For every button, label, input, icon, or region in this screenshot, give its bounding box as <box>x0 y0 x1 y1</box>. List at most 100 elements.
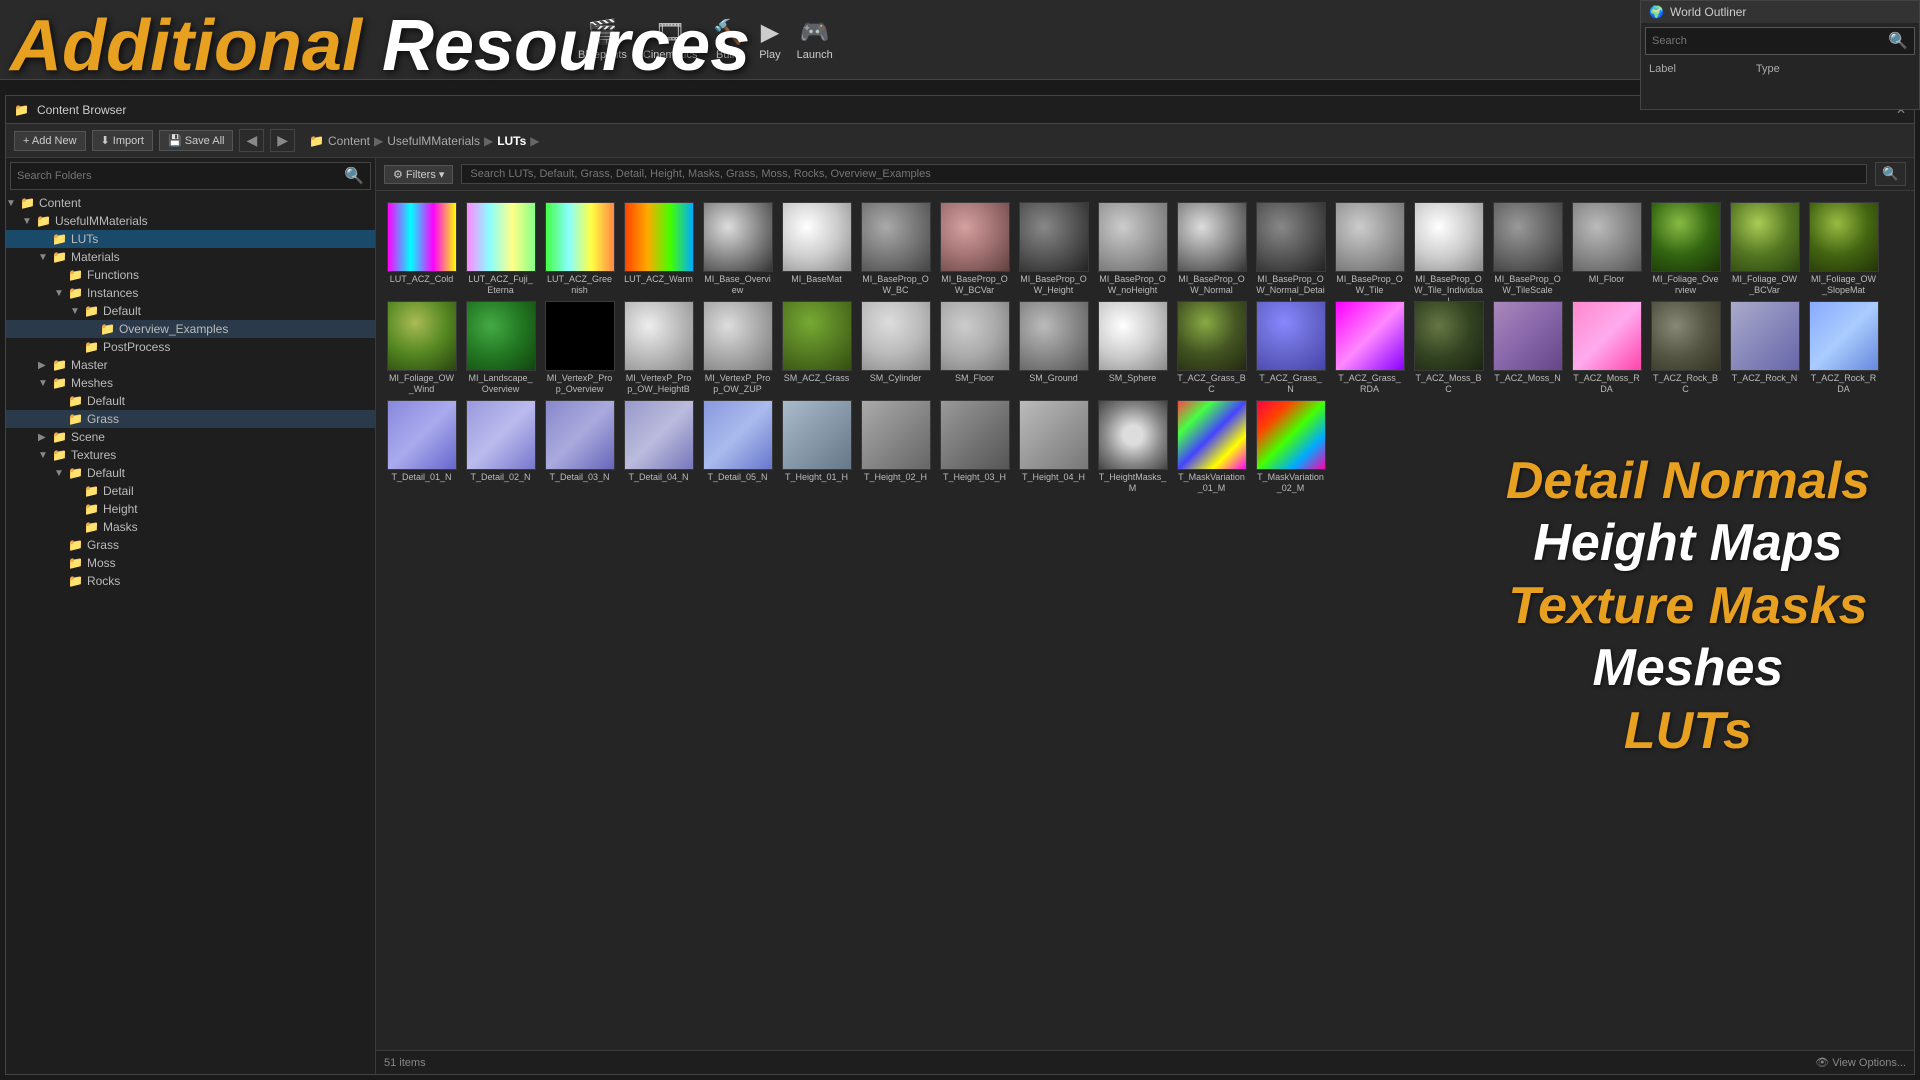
build-icon: 🔨 <box>713 18 743 47</box>
asset-item[interactable]: T_ACZ_Moss_N <box>1490 298 1565 393</box>
asset-label: T_MaskVariation_01_M <box>1177 472 1246 494</box>
asset-item[interactable]: T_ACZ_Grass_RDA <box>1332 298 1407 393</box>
asset-thumbnail <box>1019 301 1089 371</box>
asset-item[interactable]: LUT_ACZ_Greenish <box>542 199 617 294</box>
tree-item-default1[interactable]: ▼ 📁 Default <box>6 302 375 320</box>
asset-item[interactable]: LUT_ACZ_Warm <box>621 199 696 294</box>
tree-item-tex-masks[interactable]: 📁 Masks <box>6 518 375 536</box>
toolbar-launch[interactable]: 🎮 Launch <box>797 18 833 61</box>
asset-item[interactable]: MI_BaseProp_OW_Height <box>1016 199 1091 294</box>
tree-item-overview-examples[interactable]: 📁 Overview_Examples <box>6 320 375 338</box>
asset-item[interactable]: T_ACZ_Rock_N <box>1727 298 1802 393</box>
asset-item[interactable]: MI_VertexP_Prop_Overview <box>542 298 617 393</box>
asset-item[interactable]: T_ACZ_Grass_BC <box>1174 298 1249 393</box>
toolbar-blueprints[interactable]: 🎬 Blueprints <box>578 18 627 61</box>
tree-item-postprocess[interactable]: 📁 PostProcess <box>6 338 375 356</box>
asset-item[interactable]: SM_Ground <box>1016 298 1091 393</box>
tree-label-postprocess: PostProcess <box>103 340 170 354</box>
asset-item[interactable]: T_Height_02_H <box>858 397 933 492</box>
tree-item-meshes-default[interactable]: 📁 Default <box>6 392 375 410</box>
import-button[interactable]: ⬇ Import <box>92 130 153 151</box>
tree-item-tex-height[interactable]: 📁 Height <box>6 500 375 518</box>
asset-item[interactable]: T_Height_04_H <box>1016 397 1091 492</box>
tree-item-usefulmm[interactable]: ▼ 📁 UsefulMMaterials <box>6 212 375 230</box>
tree-item-scene[interactable]: ▶ 📁 Scene <box>6 428 375 446</box>
asset-item[interactable]: MI_Foliage_OW_BCVar <box>1727 199 1802 294</box>
toolbar-play[interactable]: ▶ Play <box>759 18 780 61</box>
asset-item[interactable]: T_MaskVariation_01_M <box>1174 397 1249 492</box>
view-options-button[interactable]: 👁 View Options... <box>1815 1056 1906 1069</box>
asset-item[interactable]: MI_BaseProp_OW_TileScale <box>1490 199 1565 294</box>
asset-item[interactable]: T_ACZ_Moss_RDA <box>1569 298 1644 393</box>
asset-item[interactable]: MI_Foliage_Overview <box>1648 199 1723 294</box>
asset-item[interactable]: MI_Floor <box>1569 199 1644 294</box>
add-new-button[interactable]: + Add New <box>14 131 86 151</box>
asset-thumbnail <box>387 301 457 371</box>
asset-item[interactable]: T_Detail_04_N <box>621 397 696 492</box>
asset-search-input[interactable] <box>461 164 1867 184</box>
filters-button[interactable]: ⚙ Filters ▾ <box>384 165 453 184</box>
asset-item[interactable]: SM_ACZ_Grass <box>779 298 854 393</box>
folder-search-bar[interactable]: 🔍 <box>10 162 371 190</box>
nav-forward-button[interactable]: ▶ <box>270 129 295 152</box>
asset-item[interactable]: T_ACZ_Moss_BC <box>1411 298 1486 393</box>
tree-item-luts[interactable]: 📁 LUTs <box>6 230 375 248</box>
breadcrumb-usefulmm[interactable]: UsefulMMaterials <box>387 134 480 148</box>
folder-search-input[interactable] <box>17 170 344 182</box>
asset-item[interactable]: SM_Floor <box>937 298 1012 393</box>
tree-item-tex-rocks[interactable]: 📁 Rocks <box>6 572 375 590</box>
asset-item[interactable]: MI_Landscape_Overview <box>463 298 538 393</box>
tree-item-materials[interactable]: ▼ 📁 Materials <box>6 248 375 266</box>
blueprints-label: Blueprints <box>578 49 627 61</box>
asset-item[interactable]: MI_BaseProp_OW_Normal_Detail <box>1253 199 1328 294</box>
asset-item[interactable]: MI_VertexP_Prop_OW_ZUP <box>700 298 775 393</box>
asset-item[interactable]: T_MaskVariation_02_M <box>1253 397 1328 492</box>
tree-item-master[interactable]: ▶ 📁 Master <box>6 356 375 374</box>
asset-item[interactable]: MI_BaseProp_OW_Tile <box>1332 199 1407 294</box>
world-outliner-search-input[interactable] <box>1652 35 1888 47</box>
asset-item[interactable]: MI_BaseProp_OW_BC <box>858 199 933 294</box>
tree-item-tex-default[interactable]: ▼ 📁 Default <box>6 464 375 482</box>
breadcrumb-luts[interactable]: LUTs <box>497 134 526 148</box>
asset-item[interactable]: LUT_ACZ_Fuji_Eterna <box>463 199 538 294</box>
asset-item[interactable]: SM_Cylinder <box>858 298 933 393</box>
asset-item[interactable]: T_HeightMasks_M <box>1095 397 1170 492</box>
asset-item[interactable]: MI_BaseProp_OW_BCVar <box>937 199 1012 294</box>
asset-search-button[interactable]: 🔍 <box>1875 162 1906 186</box>
tree-item-functions[interactable]: 📁 Functions <box>6 266 375 284</box>
asset-item[interactable]: SM_Sphere <box>1095 298 1170 393</box>
asset-item[interactable]: MI_BaseMat <box>779 199 854 294</box>
tree-item-tex-grass[interactable]: 📁 Grass <box>6 536 375 554</box>
asset-item[interactable]: MI_BaseProp_OW_noHeight <box>1095 199 1170 294</box>
asset-item[interactable]: T_ACZ_Rock_BC <box>1648 298 1723 393</box>
tree-item-content[interactable]: ▼ 📁 Content <box>6 194 375 212</box>
toolbar-build[interactable]: 🔨 Build <box>713 18 743 61</box>
nav-back-button[interactable]: ◀ <box>239 129 264 152</box>
asset-item[interactable]: MI_Foliage_OW_Wind <box>384 298 459 393</box>
save-all-button[interactable]: 💾 Save All <box>159 130 234 151</box>
asset-item[interactable]: T_Detail_01_N <box>384 397 459 492</box>
asset-thumbnail <box>1493 202 1563 272</box>
asset-item[interactable]: T_ACZ_Grass_N <box>1253 298 1328 393</box>
tree-item-meshes[interactable]: ▼ 📁 Meshes <box>6 374 375 392</box>
asset-item[interactable]: MI_BaseProp_OW_Normal <box>1174 199 1249 294</box>
tree-item-textures[interactable]: ▼ 📁 Textures <box>6 446 375 464</box>
tree-item-meshes-grass[interactable]: 📁 Grass <box>6 410 375 428</box>
asset-item[interactable]: T_Detail_03_N <box>542 397 617 492</box>
asset-item[interactable]: T_Height_01_H <box>779 397 854 492</box>
asset-item[interactable]: MI_Foliage_OW_SlopeMat <box>1806 199 1881 294</box>
toolbar-cinematics[interactable]: 🎞 Cinematics <box>643 18 697 61</box>
asset-item[interactable]: T_Detail_05_N <box>700 397 775 492</box>
asset-item[interactable]: T_Height_03_H <box>937 397 1012 492</box>
asset-item[interactable]: LUT_ACZ_Cold <box>384 199 459 294</box>
tree-item-instances[interactable]: ▼ 📁 Instances <box>6 284 375 302</box>
asset-item[interactable]: MI_BaseProp_OW_Tile_Individual <box>1411 199 1486 294</box>
tree-item-tex-moss[interactable]: 📁 Moss <box>6 554 375 572</box>
asset-item[interactable]: T_Detail_02_N <box>463 397 538 492</box>
asset-item[interactable]: MI_Base_Overview <box>700 199 775 294</box>
tree-item-tex-detail[interactable]: 📁 Detail <box>6 482 375 500</box>
world-outliner-search-bar[interactable]: 🔍 <box>1645 27 1915 55</box>
breadcrumb-content[interactable]: Content <box>328 134 370 148</box>
asset-item[interactable]: T_ACZ_Rock_RDA <box>1806 298 1881 393</box>
asset-item[interactable]: MI_VertexP_Prop_OW_HeightB <box>621 298 696 393</box>
